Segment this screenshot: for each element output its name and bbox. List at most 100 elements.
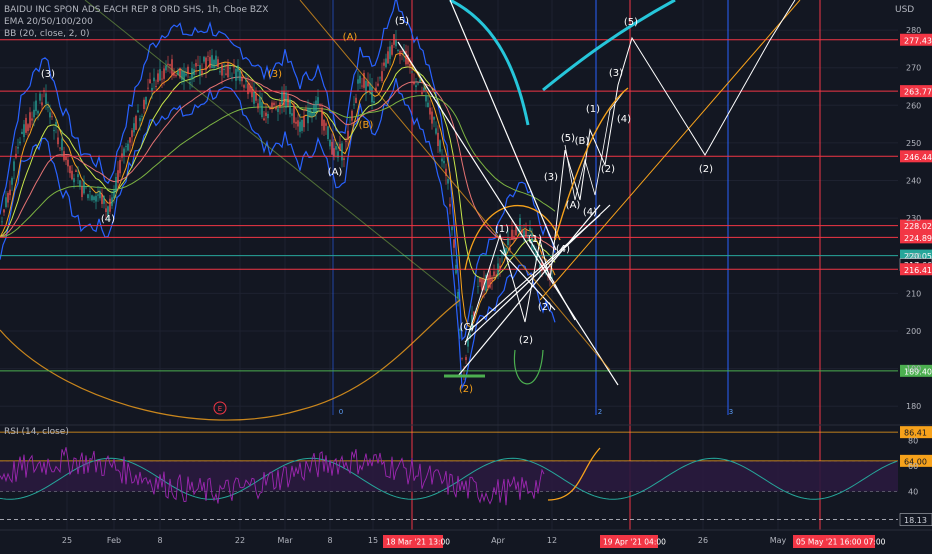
candle-body bbox=[203, 56, 205, 62]
symbol-legend[interactable]: BAIDU INC SPON ADS EACH REP 8 ORD SHS, 1… bbox=[4, 5, 268, 16]
rsi-legend[interactable]: RSI (14, close) bbox=[4, 427, 69, 438]
candle-body bbox=[27, 124, 29, 131]
candle-body bbox=[37, 111, 39, 114]
candle-body bbox=[307, 107, 309, 124]
rsi-tick-label: 60 bbox=[908, 462, 918, 471]
candle-body bbox=[267, 113, 269, 119]
candle-body bbox=[435, 128, 437, 134]
candle-body bbox=[419, 79, 421, 83]
candle-body bbox=[25, 117, 27, 133]
misc-label: 2 bbox=[598, 408, 602, 416]
candle-body bbox=[169, 64, 171, 66]
y-tick-label: 210 bbox=[906, 289, 921, 298]
candle-body bbox=[433, 116, 435, 120]
price-axis: 277.43263.77246.44228.02224.89220.05217.… bbox=[899, 26, 932, 526]
candle-body bbox=[479, 278, 481, 283]
candle-body bbox=[225, 73, 227, 75]
candle-body bbox=[401, 51, 403, 52]
candle-body bbox=[73, 178, 75, 183]
candle-body bbox=[153, 77, 155, 82]
candle-body bbox=[9, 189, 11, 196]
candle-body bbox=[23, 124, 25, 138]
bb-legend[interactable]: BB (20, close, 2, 0) bbox=[4, 29, 89, 40]
candle-body bbox=[325, 123, 327, 126]
candle-body bbox=[425, 95, 427, 102]
wave-label: (C) bbox=[460, 322, 475, 333]
ema-50 bbox=[0, 64, 556, 281]
candle-body bbox=[241, 76, 243, 82]
candle-body bbox=[255, 93, 257, 101]
candle-body bbox=[283, 90, 285, 106]
candle-body bbox=[265, 112, 267, 116]
candle-body bbox=[399, 51, 401, 56]
candle-body bbox=[125, 146, 127, 147]
x-tick-label: Feb bbox=[107, 536, 121, 545]
candle-body bbox=[201, 70, 203, 75]
chart-area[interactable]: (3) (4) (3) (A) (B) (5) (A) (C) (2) (1) (1) (2) (2)(… bbox=[0, 0, 932, 550]
candle-body bbox=[261, 102, 263, 118]
ema-legend[interactable]: EMA 20/50/100/200 bbox=[4, 17, 93, 28]
candle-body bbox=[299, 121, 301, 132]
candle-body bbox=[41, 102, 43, 106]
candle-body bbox=[237, 65, 239, 72]
candle-body bbox=[275, 106, 277, 110]
misc-label: 0 bbox=[339, 408, 343, 416]
x-highlight-label: 18 Mar '21 13:00 bbox=[386, 538, 450, 547]
candle-body bbox=[99, 191, 101, 199]
bb-lower bbox=[0, 78, 556, 390]
y-tick-label: 190 bbox=[906, 365, 921, 374]
x-tick-label: 22 bbox=[235, 536, 245, 545]
candle-body bbox=[17, 147, 19, 149]
candle-body bbox=[449, 203, 451, 207]
candle-body bbox=[31, 118, 33, 121]
candle-body bbox=[341, 143, 343, 161]
candle-body bbox=[317, 97, 319, 104]
orange-trend-line bbox=[299, 0, 611, 371]
candle-body bbox=[385, 58, 387, 68]
candle-body bbox=[223, 69, 225, 70]
indicator-lines bbox=[0, 0, 556, 421]
wave-label: (A) bbox=[328, 167, 343, 178]
wave-label: (2) bbox=[601, 164, 615, 175]
candle-body bbox=[119, 160, 121, 174]
candle-body bbox=[279, 102, 281, 108]
wave-label: (5) bbox=[624, 17, 638, 28]
candle-body bbox=[235, 68, 237, 81]
candle-body bbox=[321, 107, 323, 126]
candle-body bbox=[269, 108, 271, 110]
x-tick-label: Apr bbox=[491, 536, 506, 545]
y-tick-label: 220 bbox=[906, 252, 921, 261]
price-chart[interactable]: (3)(4)(3)(A)(B)(5)(A)(C)(2)(1)(1)(2)(2)(… bbox=[0, 0, 932, 550]
candle-body bbox=[391, 44, 393, 55]
candle-body bbox=[161, 78, 163, 80]
candle-body bbox=[381, 71, 383, 82]
ema-20 bbox=[0, 52, 556, 328]
candle-body bbox=[437, 132, 439, 146]
wave-label: (A) bbox=[343, 32, 358, 43]
candle-body bbox=[259, 96, 261, 106]
green-curve bbox=[513, 349, 544, 385]
candle-body bbox=[207, 55, 209, 57]
candle-body bbox=[213, 59, 215, 68]
candle-body bbox=[511, 229, 513, 240]
candle-body bbox=[95, 195, 97, 202]
candle-body bbox=[171, 59, 173, 76]
candle-body bbox=[411, 71, 413, 73]
candle-body bbox=[157, 73, 159, 82]
candle-body bbox=[83, 181, 85, 194]
candle-body bbox=[81, 186, 83, 198]
price-level-label: 224.89 bbox=[904, 234, 932, 243]
candle-body bbox=[165, 65, 167, 71]
x-highlight-label: 19 Apr '21 04:00 bbox=[603, 538, 666, 547]
candle-body bbox=[297, 120, 299, 127]
candle-body bbox=[257, 103, 259, 109]
orange-arc-lower bbox=[0, 299, 461, 421]
candle-body bbox=[121, 153, 123, 158]
candle-body bbox=[29, 112, 31, 128]
candle-body bbox=[305, 109, 307, 111]
y-tick-label: 270 bbox=[906, 64, 921, 73]
candle-body bbox=[351, 110, 353, 121]
candle-body bbox=[467, 340, 469, 347]
candle-body bbox=[333, 148, 335, 157]
rsi-tick-label: 80 bbox=[908, 436, 918, 445]
